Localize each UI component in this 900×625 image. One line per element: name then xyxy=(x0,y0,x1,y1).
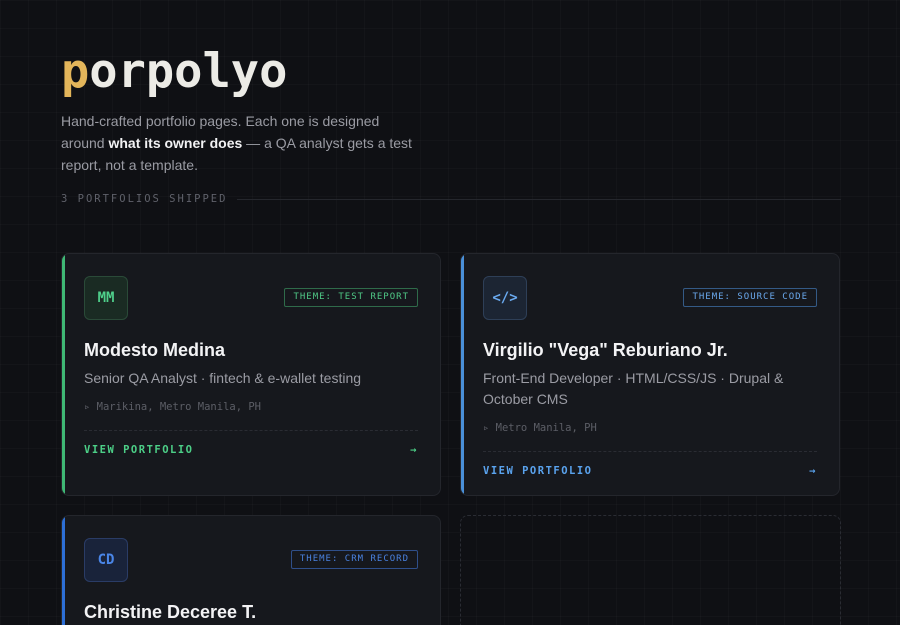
portfolio-card-virgilio-reburiano[interactable]: </> THEME: SOURCE CODE Virgilio "Vega" R… xyxy=(460,253,840,496)
portfolio-owner-name: Modesto Medina xyxy=(84,340,226,360)
card-header: MM THEME: TEST REPORT xyxy=(84,276,418,320)
portfolio-owner-role: Front-End Developer · HTML/CSS/JS · Drup… xyxy=(483,370,784,407)
view-portfolio-label: VIEW PORTFOLIO xyxy=(84,444,194,456)
code-brackets-icon: </> xyxy=(483,276,527,320)
portfolio-card-modesto-medina[interactable]: MM THEME: TEST REPORT Modesto Medina Sen… xyxy=(61,253,441,496)
logo-rest: orpolyo xyxy=(89,44,288,99)
portfolio-card-christine-deceree[interactable]: CD THEME: CRM RECORD Christine Deceree T… xyxy=(61,515,441,625)
card-header: </> THEME: SOURCE CODE xyxy=(483,276,817,320)
view-portfolio-link[interactable]: VIEW PORTFOLIO → xyxy=(483,463,817,479)
portfolio-location: ▹ Marikina, Metro Manila, PH xyxy=(84,401,262,413)
view-portfolio-label: VIEW PORTFOLIO xyxy=(483,465,593,477)
portfolio-count: 3 PORTFOLIOS SHIPPED xyxy=(61,193,228,205)
portfolio-location: ▹ Metro Manila, PH xyxy=(483,422,597,434)
count-divider xyxy=(237,198,841,200)
arrow-right-icon: → xyxy=(809,465,817,477)
theme-tag: THEME: SOURCE CODE xyxy=(683,288,817,307)
portfolio-owner-name: Virgilio "Vega" Reburiano Jr. xyxy=(483,340,728,360)
card-header: CD THEME: CRM RECORD xyxy=(84,538,418,582)
view-portfolio-link[interactable]: VIEW PORTFOLIO → xyxy=(84,442,418,458)
logo-accent-letter: p xyxy=(61,44,90,99)
portfolio-owner-role: Senior QA Analyst · fintech & e-wallet t… xyxy=(84,370,362,386)
initials-badge: CD xyxy=(84,538,128,582)
site-logo[interactable]: porpolyo xyxy=(61,44,841,100)
tagline-emphasis: what its owner does xyxy=(108,135,243,151)
theme-tag: THEME: CRM RECORD xyxy=(290,550,418,569)
tagline: Hand-crafted portfolio pages. Each one i… xyxy=(61,110,421,176)
portfolio-owner-name: Christine Deceree T. xyxy=(84,602,257,622)
initials-badge: MM xyxy=(84,276,128,320)
card-divider xyxy=(84,430,418,431)
theme-tag: THEME: TEST REPORT xyxy=(284,288,418,307)
site-header: porpolyo Hand-crafted portfolio pages. E… xyxy=(61,44,841,176)
arrow-right-icon: → xyxy=(410,444,418,456)
card-divider xyxy=(483,451,817,452)
empty-portfolio-slot xyxy=(460,515,841,625)
portfolio-count-row: 3 PORTFOLIOS SHIPPED xyxy=(61,193,841,205)
